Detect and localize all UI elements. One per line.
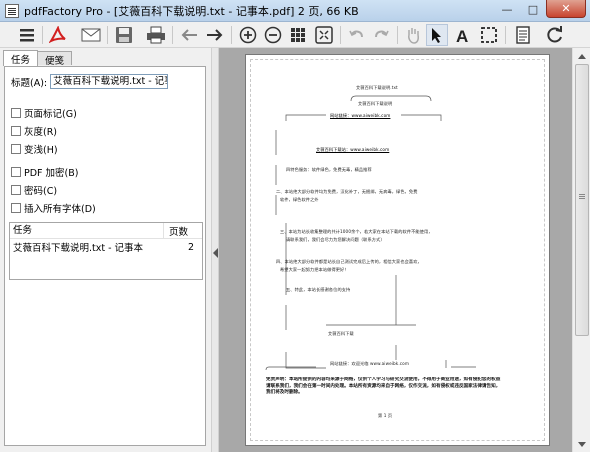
email-icon[interactable] bbox=[80, 24, 102, 46]
checkbox-box[interactable] bbox=[11, 185, 21, 195]
task-panel: 标题(A): 艾薇百科下载说明.txt - 记事本 页面标记(G) 灰度(R) … bbox=[4, 66, 206, 446]
page-line: 五、特此，本站长感谢各位的支持 bbox=[286, 287, 351, 292]
zoom-in-icon[interactable] bbox=[237, 24, 259, 46]
preview-area[interactable]: 艾薇百科下载说明.txt 艾薇百科下载说明 网站链接：www.aiweibk.c… bbox=[219, 48, 572, 452]
task-list: 任务 页数 艾薇百科下载说明.txt - 记事本 2 bbox=[9, 222, 203, 280]
minimize-button[interactable]: — bbox=[494, 0, 520, 18]
tab-tasks[interactable]: 任务 bbox=[3, 50, 39, 66]
pointer-icon[interactable] bbox=[426, 24, 448, 46]
toolbar-separator bbox=[505, 26, 506, 44]
column-header-pages[interactable]: 页数 bbox=[164, 224, 188, 238]
checkbox-page-marks[interactable]: 页面标记(G) bbox=[11, 106, 77, 120]
vertical-scrollbar[interactable] bbox=[572, 48, 590, 452]
checkbox-box[interactable] bbox=[11, 108, 21, 118]
toolbar-separator bbox=[340, 26, 341, 44]
page-line: 四、本站绝大部分软件都是站长自己测试完成后上传的，相信大家也会喜欢， bbox=[276, 259, 422, 264]
collapse-arrow-icon[interactable] bbox=[213, 248, 218, 258]
scroll-up-button[interactable] bbox=[574, 48, 590, 64]
select-rect-icon[interactable] bbox=[478, 24, 500, 46]
checkbox-box[interactable] bbox=[11, 144, 21, 154]
window-title: pdfFactory Pro - [艾薇百科下载说明.txt - 记事本.pdf… bbox=[24, 4, 359, 18]
save-icon[interactable] bbox=[113, 24, 135, 46]
toolbar-separator bbox=[42, 26, 43, 44]
toolbar-separator bbox=[107, 26, 108, 44]
text-icon[interactable]: A bbox=[452, 24, 474, 46]
page-line: 艾薇百科下载 bbox=[328, 331, 354, 336]
print-icon[interactable] bbox=[145, 24, 167, 46]
toolbar-separator bbox=[172, 26, 173, 44]
page-link: 网站链接：欢迎光临 www.aiweibk.com bbox=[330, 361, 409, 366]
left-panel: 任务 便笺 标题(A): 艾薇百科下载说明.txt - 记事本 页面标记(G) … bbox=[0, 48, 211, 452]
refresh-icon[interactable] bbox=[544, 24, 566, 46]
toolbar: A bbox=[0, 22, 590, 48]
task-pages: 2 bbox=[187, 241, 194, 253]
redo-icon[interactable] bbox=[370, 24, 392, 46]
column-header-task[interactable]: 任务 bbox=[10, 223, 164, 238]
fit-page-icon[interactable] bbox=[313, 24, 335, 46]
tab-bar: 任务 便笺 bbox=[3, 50, 73, 67]
pdf-page: 艾薇百科下载说明.txt 艾薇百科下载说明 网站链接：www.aiweibk.c… bbox=[245, 54, 550, 446]
checkbox-label: 密码(C) bbox=[24, 186, 58, 197]
page-line: 艾薇百科下载说明 bbox=[358, 101, 393, 106]
page-link: 艾薇百科下载站：www.aiweibk.com bbox=[316, 147, 390, 152]
table-row[interactable]: 艾薇百科下载说明.txt - 记事本 2 bbox=[10, 239, 202, 255]
disclaimer-text: 免责声明：本站所提供的内容均来源于网络，仅供个人学习与研究交流使用，不得用于商业… bbox=[266, 377, 501, 395]
document-icon[interactable] bbox=[512, 24, 534, 46]
checkbox-box[interactable] bbox=[11, 203, 21, 213]
scrollbar-thumb[interactable] bbox=[575, 64, 589, 336]
page-line: 三、本站为站长收集整理的共计1000余个，若大家在本站下载的软件不能使用， bbox=[280, 229, 433, 234]
panel-splitter[interactable] bbox=[211, 48, 219, 452]
checkbox-label: PDF 加密(B) bbox=[24, 168, 79, 179]
hand-icon[interactable] bbox=[402, 24, 424, 46]
undo-icon[interactable] bbox=[346, 24, 368, 46]
page-line: 请联系我们，我们会尽力为您解决问题（联系方式） bbox=[286, 237, 385, 242]
title-label: 标题(A): bbox=[11, 77, 48, 89]
maximize-button[interactable]: □ bbox=[520, 0, 546, 18]
toolbar-separator bbox=[231, 26, 232, 44]
svg-text:A: A bbox=[456, 27, 468, 43]
checkbox-grayscale[interactable]: 灰度(R) bbox=[11, 124, 57, 138]
forward-arrow-icon[interactable] bbox=[204, 24, 226, 46]
checkbox-label: 变浅(H) bbox=[24, 145, 58, 156]
page-line: 四特色服务：软件绿色，免费无毒，精品推荐 bbox=[286, 167, 372, 172]
app-icon bbox=[5, 3, 19, 18]
checkbox-label: 插入所有字体(D) bbox=[24, 204, 96, 215]
pdf-icon[interactable] bbox=[47, 24, 69, 46]
page-link: 网站链接：www.aiweibk.com bbox=[330, 113, 391, 118]
title-bar: pdfFactory Pro - [艾薇百科下载说明.txt - 记事本.pdf… bbox=[0, 0, 590, 22]
back-arrow-icon[interactable] bbox=[178, 24, 200, 46]
task-list-header: 任务 页数 bbox=[10, 223, 202, 239]
window-controls: — □ ✕ bbox=[494, 0, 586, 18]
checkbox-label: 灰度(R) bbox=[24, 127, 58, 138]
scroll-down-button[interactable] bbox=[574, 436, 590, 452]
page-line: 希望大家一起努力把本站做得更好！ bbox=[280, 267, 349, 272]
menu-icon[interactable] bbox=[16, 24, 38, 46]
checkbox-pdf-encrypt[interactable]: PDF 加密(B) bbox=[11, 165, 78, 179]
checkbox-embed-fonts[interactable]: 插入所有字体(D) bbox=[11, 201, 96, 215]
toolbar-separator bbox=[397, 26, 398, 44]
grid-icon[interactable] bbox=[287, 24, 309, 46]
close-button[interactable]: ✕ bbox=[546, 0, 586, 18]
checkbox-box[interactable] bbox=[11, 167, 21, 177]
checkbox-box[interactable] bbox=[11, 126, 21, 136]
task-name: 艾薇百科下载说明.txt - 记事本 bbox=[13, 243, 144, 254]
page-line: 软件，绿色软件之外 bbox=[280, 197, 319, 202]
page-footer: 第 1 页 bbox=[378, 413, 393, 418]
title-row: 标题(A): 艾薇百科下载说明.txt - 记事本 bbox=[11, 74, 169, 89]
page-line: 二、本站绝大部分软件均为免费，汉化补丁，无捆绑，无病毒，绿色，免费 bbox=[276, 189, 418, 194]
checkbox-label: 页面标记(G) bbox=[24, 109, 77, 120]
page-heading: 艾薇百科下载说明.txt bbox=[356, 85, 398, 90]
thumb-grip-icon bbox=[579, 194, 585, 195]
tab-notes[interactable]: 便笺 bbox=[37, 51, 73, 67]
checkbox-lighten[interactable]: 变浅(H) bbox=[11, 142, 58, 156]
title-input[interactable]: 艾薇百科下载说明.txt - 记事本 bbox=[50, 74, 169, 89]
zoom-out-icon[interactable] bbox=[262, 24, 284, 46]
checkbox-password[interactable]: 密码(C) bbox=[11, 183, 57, 197]
